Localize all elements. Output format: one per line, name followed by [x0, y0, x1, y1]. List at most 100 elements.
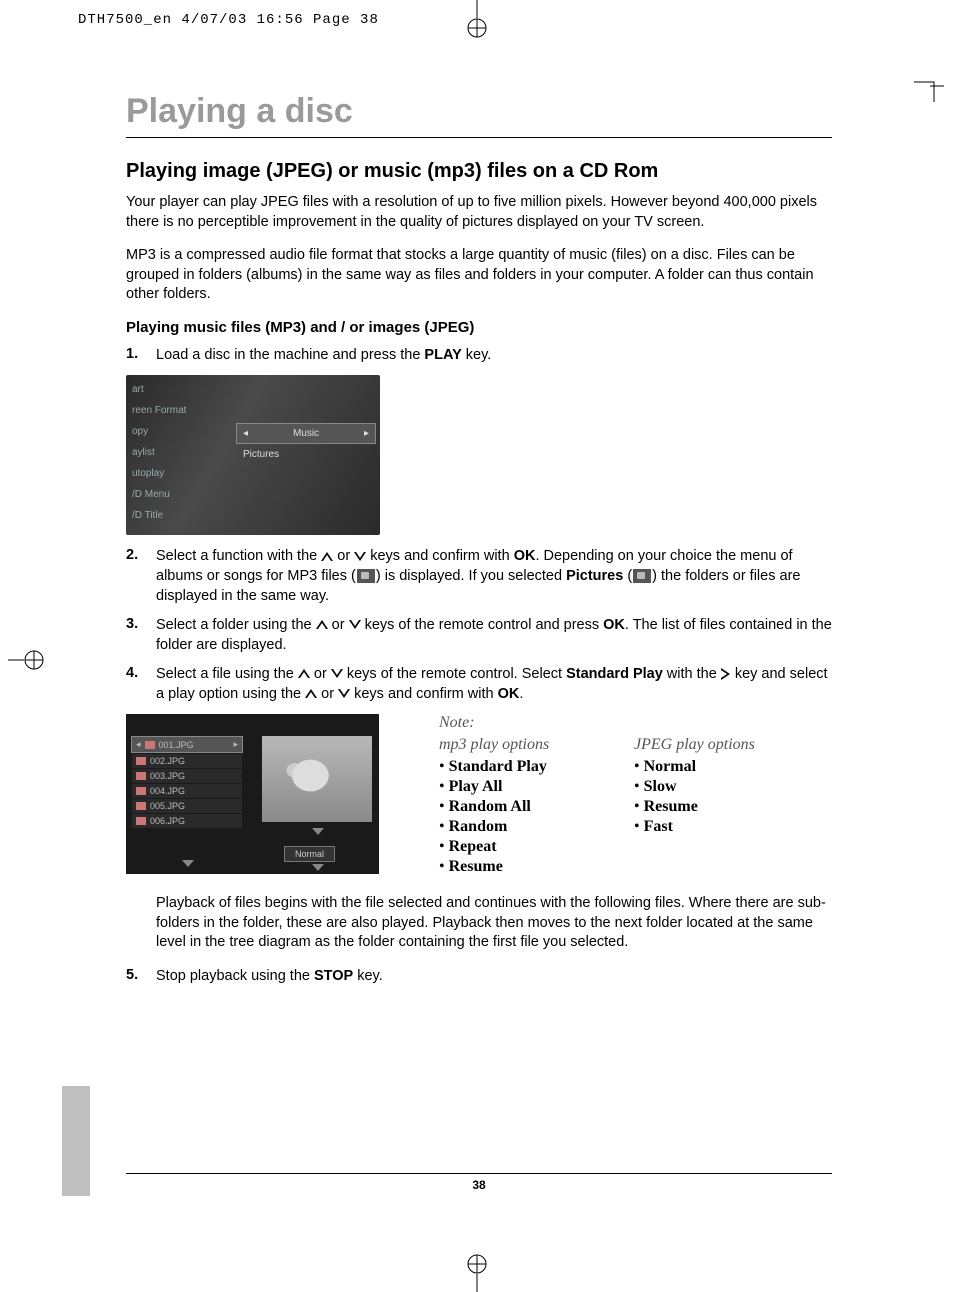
step-text: or: [317, 686, 338, 702]
music-file-icon: [357, 569, 375, 583]
page-title: Playing a disc: [126, 92, 832, 131]
crop-mark-top: [457, 0, 497, 40]
menu-item: /D Menu: [130, 484, 220, 505]
down-arrow-icon: [331, 669, 343, 679]
side-tab: [62, 1086, 90, 1196]
menu-item-selected: ◂Music▸: [236, 423, 376, 444]
menu-item: opy: [130, 421, 220, 442]
down-arrow-icon: [354, 552, 366, 562]
mp3-options-column: Note: mp3 play options • Standard Play •…: [439, 714, 634, 878]
section-heading: Playing image (JPEG) or music (mp3) file…: [126, 160, 832, 183]
crop-mark-bottom: [457, 1252, 497, 1292]
step-4: 4. Select a file using the or keys of th…: [126, 665, 832, 704]
step-3: 3. Select a folder using the or keys of …: [126, 616, 832, 655]
chevron-down-icon: [182, 860, 194, 867]
image-preview: [262, 736, 372, 822]
chevron-down-icon: [312, 828, 324, 835]
subsection-heading: Playing music files (MP3) and / or image…: [126, 319, 832, 336]
title-rule: [126, 137, 832, 138]
file-icon: [136, 757, 146, 765]
crop-mark-right: [906, 80, 946, 110]
file-row: 005.JPG: [132, 799, 242, 813]
file-row: 004.JPG: [132, 784, 242, 798]
page-number: 38: [472, 1178, 485, 1192]
down-arrow-icon: [338, 689, 350, 699]
menu-item: reen Format: [130, 400, 220, 421]
jpeg-options-column: . JPEG play options • Normal • Slow • Re…: [634, 714, 829, 878]
options-heading: mp3 play options: [439, 736, 634, 754]
page-footer: 38: [126, 1173, 832, 1192]
file-icon: [136, 817, 146, 825]
options-heading: JPEG play options: [634, 736, 829, 754]
key-label: Standard Play: [566, 666, 663, 682]
menu-screenshot-1: art reen Format opy aylist utoplay /D Me…: [126, 375, 380, 535]
step-number: 2.: [126, 547, 156, 606]
option-item: • Repeat: [439, 838, 634, 856]
step-text: Select a file using the: [156, 666, 298, 682]
file-icon: [136, 787, 146, 795]
option-item: • Standard Play: [439, 758, 634, 776]
file-icon: [136, 772, 146, 780]
menu-left-column: art reen Format opy aylist utoplay /D Me…: [126, 375, 220, 526]
step-number: 5.: [126, 967, 156, 987]
step-text: keys of the remote control and press: [361, 617, 604, 633]
menu-item: aylist: [130, 442, 220, 463]
menu-item: /D Title: [130, 505, 220, 526]
step-text: keys of the remote control. Select: [343, 666, 566, 682]
key-label: OK: [498, 686, 520, 702]
file-icon: [145, 741, 155, 749]
up-arrow-icon: [305, 689, 317, 699]
file-row: 003.JPG: [132, 769, 242, 783]
chevron-down-icon: [312, 864, 324, 871]
note-label: Note:: [439, 714, 634, 732]
step-1: 1. Load a disc in the machine and press …: [126, 346, 832, 366]
file-row: 002.JPG: [132, 754, 242, 768]
intro-para-1: Your player can play JPEG files with a r…: [126, 193, 832, 232]
step-text: keys and confirm with: [350, 686, 497, 702]
step-text: key.: [353, 968, 383, 984]
file-browser-screenshot: ◂001.JPG▸ 002.JPG 003.JPG 004.JPG 005.JP…: [126, 714, 379, 874]
picture-file-icon: [633, 569, 651, 583]
menu-item: utoplay: [130, 463, 220, 484]
step-number: 3.: [126, 616, 156, 655]
option-item: • Fast: [634, 818, 829, 836]
right-arrow-icon: [721, 668, 731, 680]
step-text: with the: [663, 666, 721, 682]
menu-item: art: [130, 379, 220, 400]
step-text: key.: [462, 347, 492, 363]
step-text: or: [310, 666, 331, 682]
file-row: 006.JPG: [132, 814, 242, 828]
step-text: or: [328, 617, 349, 633]
step-text: Select a function with the: [156, 548, 321, 564]
step-text: Load a disc in the machine and press the: [156, 347, 424, 363]
file-icon: [136, 802, 146, 810]
key-label: STOP: [314, 968, 353, 984]
up-arrow-icon: [298, 669, 310, 679]
step-5: 5. Stop playback using the STOP key.: [126, 967, 832, 987]
step-text: Stop playback using the: [156, 968, 314, 984]
step-text: keys and confirm with: [366, 548, 513, 564]
step-text: Select a folder using the: [156, 617, 316, 633]
step-text: ) is displayed. If you selected: [376, 568, 566, 584]
up-arrow-icon: [321, 552, 333, 562]
step-2: 2. Select a function with the or keys an…: [126, 547, 832, 606]
menu-right-column: ◂Music▸ Pictures: [236, 423, 376, 465]
down-arrow-icon: [349, 620, 361, 630]
play-mode-label: Normal: [284, 846, 335, 862]
option-item: • Resume: [439, 858, 634, 876]
up-arrow-icon: [316, 620, 328, 630]
option-item: • Normal: [634, 758, 829, 776]
option-item: • Random: [439, 818, 634, 836]
menu-item: Pictures: [236, 444, 376, 465]
step-text: (: [623, 568, 632, 584]
key-label: OK: [514, 548, 536, 564]
crop-mark-left: [8, 640, 48, 680]
playback-note: Playback of files begins with the file s…: [156, 894, 832, 953]
file-row-selected: ◂001.JPG▸: [131, 736, 243, 753]
step-text: .: [519, 686, 523, 702]
key-label: Pictures: [566, 568, 623, 584]
step-text: or: [333, 548, 354, 564]
key-label: OK: [603, 617, 625, 633]
key-label: PLAY: [424, 347, 461, 363]
step-number: 1.: [126, 346, 156, 366]
